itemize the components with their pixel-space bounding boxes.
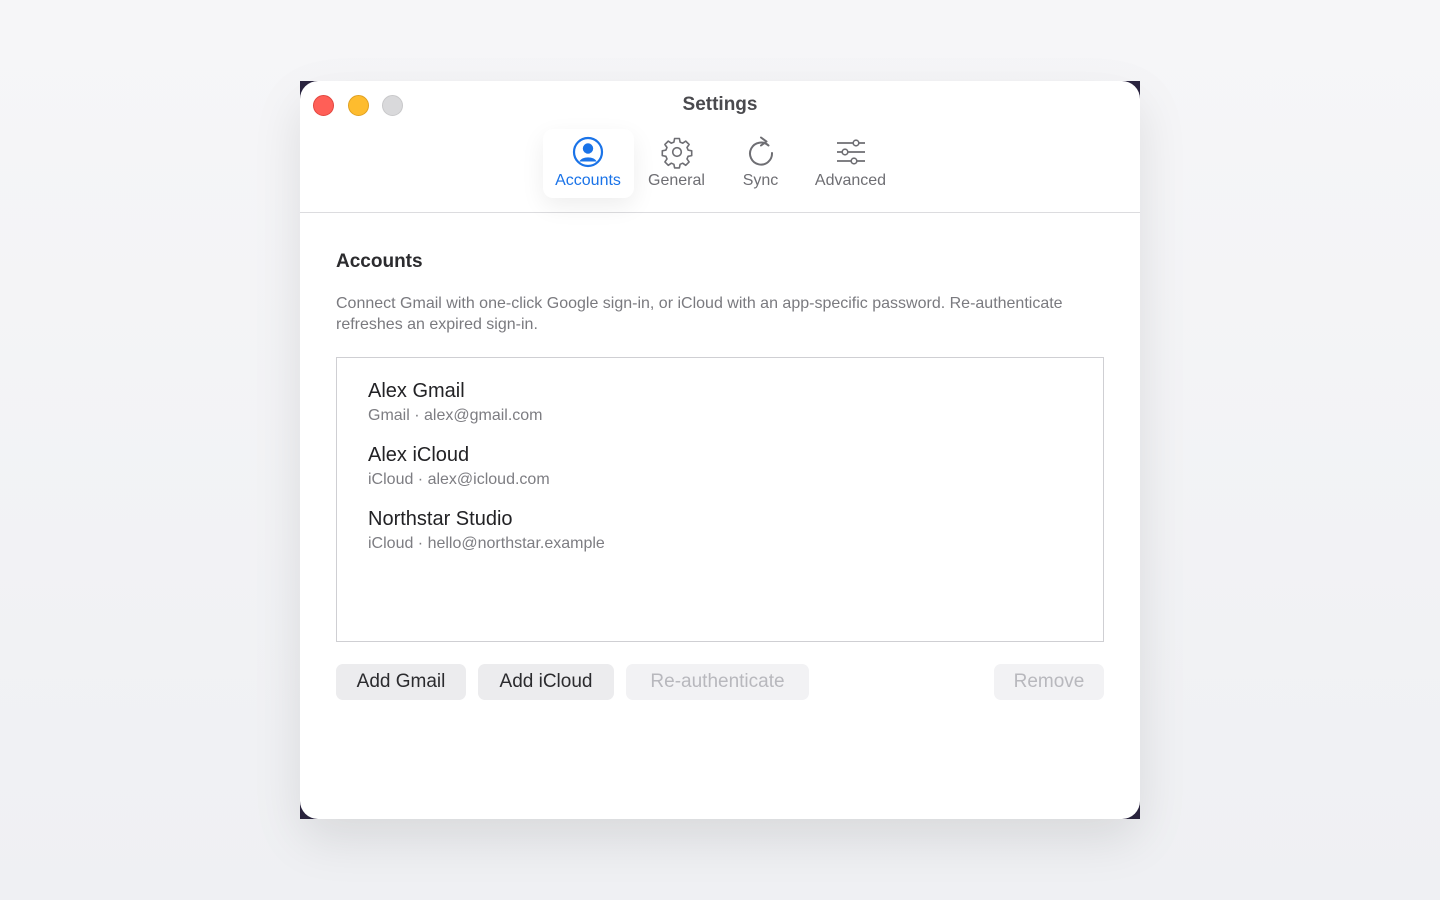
gear-icon <box>661 137 692 169</box>
account-detail: iCloud · alex@icloud.com <box>368 471 550 488</box>
person-circle-icon <box>572 136 604 168</box>
account-name: Alex Gmail <box>368 380 465 402</box>
settings-tabs: Accounts General Sync Advanced <box>300 129 1140 198</box>
tab-label: General <box>648 172 705 189</box>
account-row[interactable]: Alex iCloud iCloud · alex@icloud.com <box>368 444 1072 489</box>
tab-label: Advanced <box>814 172 887 189</box>
settings-window: Settings Accounts General Sync Advanced … <box>300 81 1140 819</box>
account-name: Northstar Studio <box>368 508 513 530</box>
tab-advanced[interactable]: Advanced <box>802 129 900 198</box>
account-row[interactable]: Northstar Studio iCloud · hello@northsta… <box>368 508 1072 553</box>
account-detail: iCloud · hello@northstar.example <box>368 535 605 552</box>
section-description: Connect Gmail with one-click Google sign… <box>336 295 1063 333</box>
account-detail: Gmail · alex@gmail.com <box>368 407 543 424</box>
tab-general[interactable]: General <box>634 129 720 198</box>
add-gmail-button[interactable]: Add Gmail <box>336 664 466 700</box>
account-list[interactable]: Alex Gmail Gmail · alex@gmail.com Alex i… <box>336 357 1104 642</box>
account-name: Alex iCloud <box>368 444 470 466</box>
tab-sync[interactable]: Sync <box>720 129 802 198</box>
reauthenticate-button[interactable]: Re-authenticate <box>626 664 809 700</box>
remove-button[interactable]: Remove <box>994 664 1104 700</box>
tab-accounts[interactable]: Accounts <box>542 129 634 198</box>
account-row[interactable]: Alex Gmail Gmail · alex@gmail.com <box>368 380 1072 425</box>
add-icloud-button[interactable]: Add iCloud <box>478 664 614 700</box>
sliders-icon <box>836 139 865 165</box>
window-title: Settings <box>682 94 758 115</box>
accounts-pane: Accounts Connect Gmail with one-click Go… <box>336 214 1104 700</box>
titlebar: Settings Accounts General Sync Advanced <box>300 81 1140 213</box>
tab-label: Sync <box>742 172 779 189</box>
tab-label: Accounts <box>555 172 621 189</box>
account-actions: Add Gmail Add iCloud Re-authenticate Rem… <box>336 664 1104 700</box>
refresh-icon <box>748 136 773 166</box>
section-title: Accounts <box>336 251 423 272</box>
